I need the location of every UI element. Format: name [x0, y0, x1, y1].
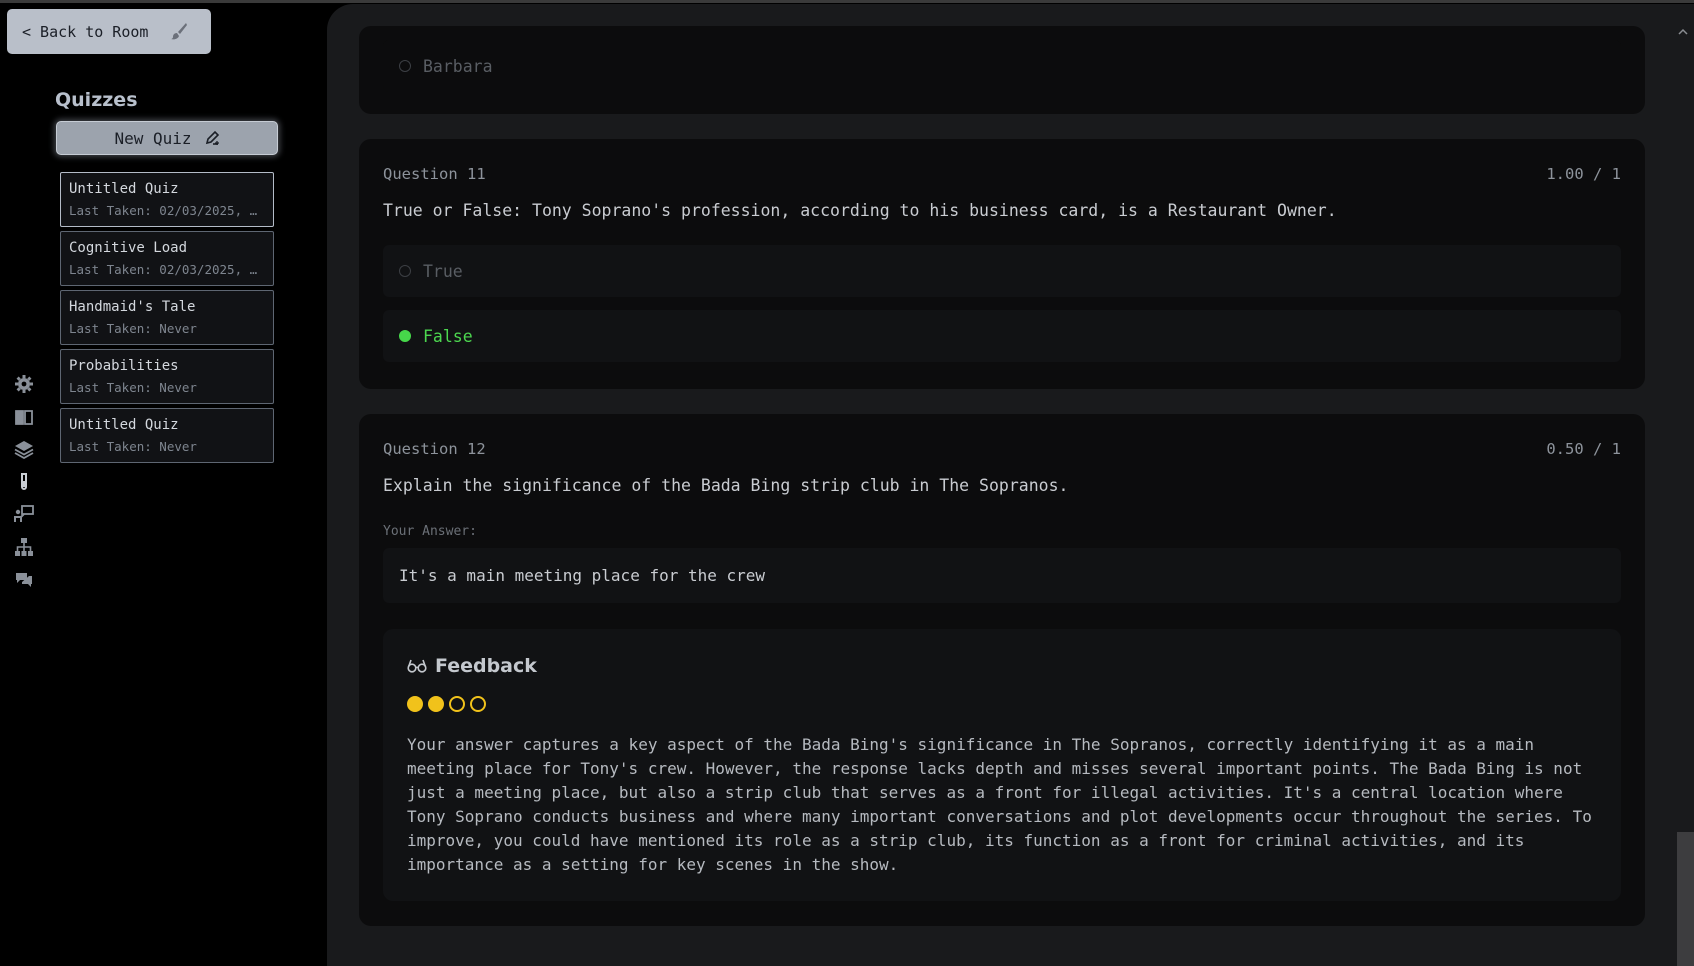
quiz-list-item[interactable]: Untitled Quiz Last Taken: Never — [60, 408, 274, 463]
quiz-list-item[interactable]: Untitled Quiz Last Taken: 02/03/2025, … — [60, 172, 274, 227]
quiz-name: Cognitive Load — [69, 240, 188, 256]
quiz-name: Untitled Quiz — [69, 181, 179, 197]
feedback-heading: Feedback — [407, 655, 537, 677]
question-number: Question 11 — [383, 165, 486, 183]
window-top-border — [0, 0, 1694, 3]
quiz-list-item[interactable]: Probabilities Last Taken: Never — [60, 349, 274, 404]
your-answer-label: Your Answer: — [383, 524, 477, 539]
question-text: True or False: Tony Soprano's profession… — [383, 201, 1337, 220]
rating-dot-empty — [470, 696, 486, 712]
quiz-name: Handmaid's Tale — [69, 299, 196, 315]
radio-button[interactable] — [399, 60, 411, 72]
rating-dots — [407, 696, 486, 712]
quiz-last-taken: Last Taken: 02/03/2025, … — [69, 262, 258, 277]
question-text: Explain the significance of the Bada Bin… — [383, 476, 1069, 495]
answer-box: It's a main meeting place for the crew — [383, 548, 1621, 603]
option-label: True — [423, 261, 463, 281]
flask-icon[interactable] — [12, 470, 36, 494]
presenter-icon[interactable] — [12, 502, 36, 526]
quiz-last-taken: Last Taken: 02/03/2025, … — [69, 203, 258, 218]
quiz-list-item[interactable]: Handmaid's Tale Last Taken: Never — [60, 290, 274, 345]
new-quiz-label: New Quiz — [114, 128, 192, 148]
radio-button[interactable] — [399, 265, 411, 277]
feedback-title: Feedback — [435, 655, 537, 677]
rating-dot-filled — [407, 696, 423, 712]
quiz-name: Probabilities — [69, 358, 179, 374]
new-quiz-button[interactable]: New Quiz — [56, 121, 278, 155]
option-label: False — [423, 326, 473, 346]
scroll-up-arrow-icon[interactable] — [1677, 26, 1689, 38]
feedback-line: Tony Soprano conducts business and where… — [407, 807, 1592, 826]
quiz-last-taken: Last Taken: Never — [69, 321, 197, 336]
feedback-panel: Feedback Your answer captures a key aspe… — [383, 629, 1621, 901]
quiz-list-item[interactable]: Cognitive Load Last Taken: 02/03/2025, … — [60, 231, 274, 286]
question-score: 0.50 / 1 — [1546, 440, 1621, 458]
radio-button-selected[interactable] — [399, 330, 411, 342]
answer-text: It's a main meeting place for the crew — [399, 566, 766, 585]
question-card: Question 11 1.00 / 1 True or False: Tony… — [359, 139, 1645, 389]
quiz-name: Untitled Quiz — [69, 417, 179, 433]
answer-option[interactable]: True — [383, 245, 1621, 297]
chat-icon[interactable] — [12, 568, 36, 592]
feedback-text: Your answer captures a key aspect of the… — [407, 733, 1607, 877]
back-to-room-label: < Back to Room — [22, 22, 149, 41]
quiz-last-taken: Last Taken: Never — [69, 439, 197, 454]
glasses-icon — [407, 659, 427, 673]
scrollbar-thumb[interactable] — [1677, 832, 1694, 966]
feedback-line: importance as a setting for key scenes i… — [407, 855, 899, 874]
question-card: Barbara — [359, 26, 1645, 114]
question-card: Question 12 0.50 / 1 Explain the signifi… — [359, 414, 1645, 926]
question-number: Question 12 — [383, 440, 486, 458]
paintbrush-icon[interactable] — [169, 21, 189, 41]
hierarchy-icon[interactable] — [12, 535, 36, 559]
quiz-last-taken: Last Taken: Never — [69, 380, 197, 395]
answer-option-selected[interactable]: False — [383, 310, 1621, 362]
feedback-line: just a meeting place, but also a strip c… — [407, 783, 1563, 802]
answer-option[interactable]: Barbara — [383, 40, 1621, 92]
gear-icon[interactable] — [12, 372, 36, 396]
icon-rail — [12, 372, 36, 600]
edit-pencil-icon — [205, 130, 219, 145]
feedback-line: meeting place for Tony's crew. However, … — [407, 759, 1583, 778]
back-to-room-button[interactable]: < Back to Room — [7, 9, 211, 54]
option-label: Barbara — [423, 56, 493, 76]
rating-dot-filled — [428, 696, 444, 712]
book-icon[interactable] — [12, 405, 36, 429]
layers-icon[interactable] — [12, 437, 36, 461]
question-score: 1.00 / 1 — [1546, 165, 1621, 183]
quiz-list: Untitled Quiz Last Taken: 02/03/2025, … … — [60, 172, 274, 467]
feedback-line: Your answer captures a key aspect of the… — [407, 735, 1535, 754]
quizzes-heading: Quizzes — [55, 89, 138, 111]
rating-dot-empty — [449, 696, 465, 712]
feedback-line: improve, you could have mentioned its ro… — [407, 831, 1525, 850]
